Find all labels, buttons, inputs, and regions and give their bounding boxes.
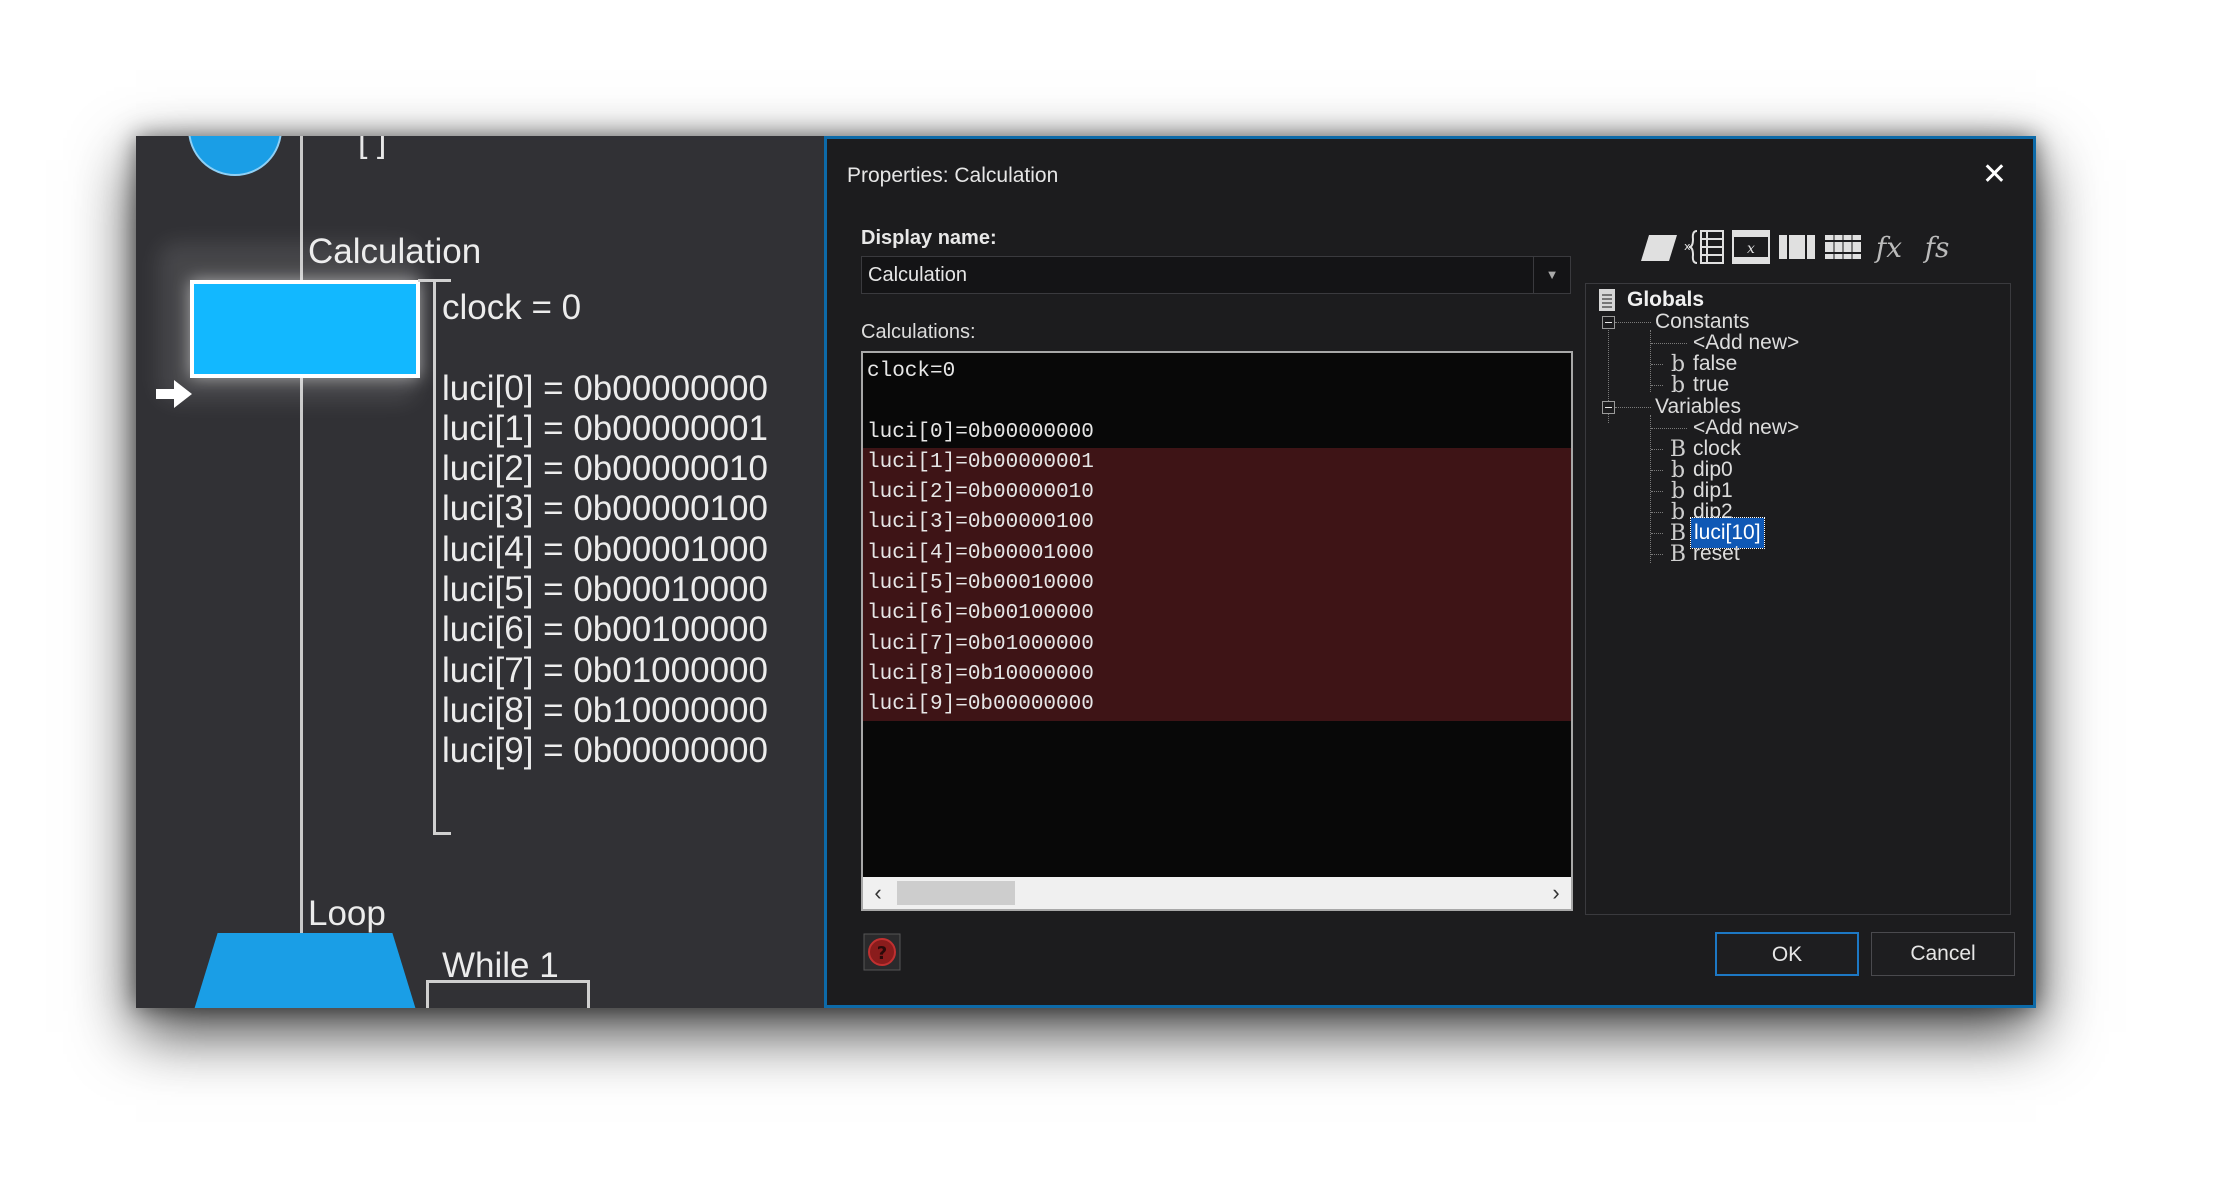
application-screenshot: [ ] Calculation clock = 0 luci[0] = 0b000… <box>136 136 2036 1008</box>
calculation-line: luci[9] = 0b00000000 <box>442 731 768 771</box>
code-line[interactable]: luci[7]=0b01000000 <box>863 629 1571 660</box>
display-name-label: Display name: <box>861 227 997 249</box>
matrix-icon[interactable]: x <box>1729 225 1773 269</box>
cancel-button[interactable]: Cancel <box>1871 932 2015 976</box>
close-icon[interactable]: ✕ <box>1982 157 2007 192</box>
scrollbar-thumb[interactable] <box>897 881 1015 905</box>
tree-connector <box>1650 415 1651 563</box>
tree-item-reset[interactable]: reset <box>1693 539 1740 569</box>
tree-connector <box>1651 385 1663 386</box>
code-line[interactable]: luci[9]=0b00000000 <box>863 690 1571 721</box>
horizontal-scrollbar[interactable]: ‹ › <box>863 877 1571 909</box>
calculation-line: luci[5] = 0b00010000 <box>442 570 768 610</box>
string-function-icon[interactable]: fs <box>1917 225 1961 269</box>
tree-connector <box>1651 428 1687 429</box>
byte-type-icon: B <box>1669 542 1687 567</box>
display-name-input[interactable] <box>862 257 1532 293</box>
calculation-text: clock = 0 luci[0] = 0b00000000 luci[1] = 0… <box>442 288 768 772</box>
tree-connector <box>1650 330 1651 392</box>
calculations-editor[interactable]: clock=0 luci[0]=0b00000000 luci[1]=0b00000… <box>861 351 1573 911</box>
globals-icon <box>1599 289 1615 311</box>
calculations-label: Calculations: <box>861 321 976 343</box>
column-icon[interactable] <box>1775 225 1819 269</box>
calculation-line: luci[8] = 0b10000000 <box>442 690 768 730</box>
code-line[interactable]: luci[3]=0b00000100 <box>863 508 1571 539</box>
properties-dialog: Properties: Calculation ✕ Display name: … <box>824 136 2036 1008</box>
tree-connector <box>1651 449 1663 450</box>
array-index-icon[interactable]: x <box>1683 225 1727 269</box>
code-line[interactable]: luci[8]=0b10000000 <box>863 659 1571 691</box>
calculation-line: luci[0] = 0b00000000 <box>442 368 768 408</box>
tree-connector <box>1615 407 1651 408</box>
tree-connector <box>1651 470 1663 471</box>
dialog-title: Properties: Calculation <box>847 164 1059 187</box>
calculation-line: clock = 0 <box>442 288 582 327</box>
tree-connector <box>1615 322 1651 323</box>
code-lines[interactable]: clock=0 luci[0]=0b00000000 luci[1]=0b00000… <box>863 357 1571 721</box>
calculation-line: luci[6] = 0b00100000 <box>442 610 768 650</box>
code-line[interactable]: luci[0]=0b00000000 <box>863 418 1571 448</box>
help-icon[interactable]: ? <box>863 933 901 971</box>
start-node[interactable] <box>188 136 282 176</box>
function-icon[interactable]: fx <box>1869 225 1913 269</box>
tree-connector <box>1651 491 1663 492</box>
code-line[interactable]: luci[2]=0b00000010 <box>863 478 1571 509</box>
scroll-right-icon[interactable]: › <box>1541 877 1571 909</box>
code-line[interactable]: luci[1]=0b00000001 <box>863 447 1571 479</box>
loop-node-title: Loop <box>308 894 386 933</box>
row-icon[interactable] <box>1821 225 1865 269</box>
tree-connector <box>1651 343 1687 344</box>
code-line[interactable] <box>863 387 1571 417</box>
parallelogram-icon[interactable] <box>1637 225 1681 269</box>
code-line[interactable]: clock=0 <box>863 357 1571 387</box>
svg-text:?: ? <box>877 943 887 964</box>
svg-text:fs: fs <box>1923 231 1950 264</box>
globals-tree[interactable]: Globals Constants <Add new> b false b tr… <box>1595 287 2015 717</box>
tree-connector <box>1651 364 1663 365</box>
calculation-node[interactable] <box>190 280 420 378</box>
calculation-line <box>442 328 768 368</box>
calculation-line: luci[1] = 0b00000001 <box>442 408 768 448</box>
display-name-combobox[interactable]: ▼ <box>861 256 1571 294</box>
code-line[interactable]: luci[6]=0b00100000 <box>863 599 1571 630</box>
chevron-down-icon[interactable]: ▼ <box>1533 257 1570 293</box>
partial-label: [ ] <box>358 136 387 160</box>
svg-text:x: x <box>1747 241 1755 257</box>
calculation-line: luci[2] = 0b00000010 <box>442 449 768 489</box>
collapse-constants-icon[interactable] <box>1602 316 1615 329</box>
current-step-arrow-icon <box>156 380 192 408</box>
calculation-line: luci[3] = 0b00000100 <box>442 489 768 529</box>
tree-connector <box>1651 512 1663 513</box>
code-line[interactable]: luci[4]=0b00001000 <box>863 538 1571 570</box>
code-line[interactable]: luci[5]=0b00010000 <box>863 569 1571 600</box>
loop-node[interactable] <box>190 933 420 1008</box>
svg-text:fx: fx <box>1874 231 1902 264</box>
loop-condition-outline <box>426 980 590 1008</box>
calculation-line: luci[4] = 0b00001000 <box>442 529 768 569</box>
tree-connector <box>1651 533 1663 534</box>
flowchart-canvas[interactable]: [ ] Calculation clock = 0 luci[0] = 0b000… <box>136 136 824 1008</box>
tree-connector <box>1651 554 1663 555</box>
ok-button[interactable]: OK <box>1715 932 1859 976</box>
collapse-variables-icon[interactable] <box>1602 401 1615 414</box>
scroll-left-icon[interactable]: ‹ <box>863 877 893 909</box>
calculation-line: luci[7] = 0b01000000 <box>442 650 768 690</box>
